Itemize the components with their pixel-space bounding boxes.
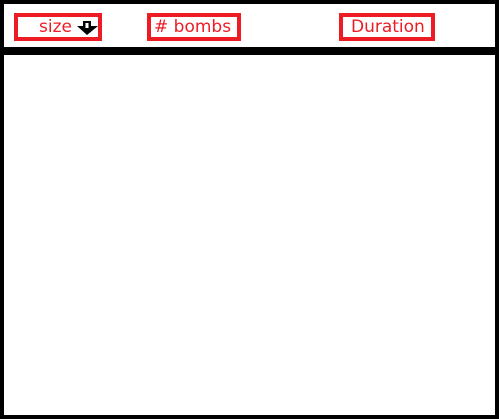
column-header-bombs[interactable]: # bombs: [147, 13, 241, 41]
column-header-bar: size # bombs Duration: [4, 4, 495, 47]
window-frame: size # bombs Duration: [0, 0, 499, 419]
sort-down-arrow-icon: [77, 21, 98, 35]
column-label-duration: Duration: [351, 17, 425, 37]
column-header-duration[interactable]: Duration: [339, 13, 435, 41]
column-label-bombs: # bombs: [154, 17, 232, 37]
results-list: [4, 55, 495, 415]
header-divider: [4, 47, 495, 55]
column-header-size[interactable]: size: [14, 13, 102, 41]
column-label-size: size: [39, 17, 72, 37]
